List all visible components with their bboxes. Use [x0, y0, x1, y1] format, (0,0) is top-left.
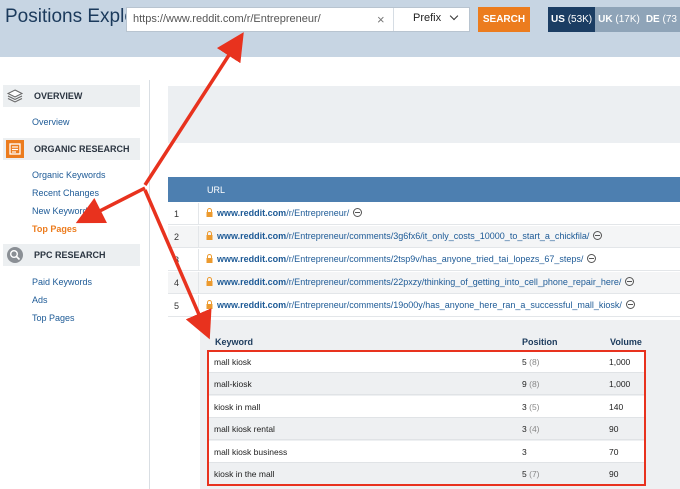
section-title: OVERVIEW: [34, 91, 83, 101]
collapse-icon[interactable]: [593, 231, 603, 240]
lock-icon: [206, 277, 213, 286]
row-number: 5: [174, 301, 180, 311]
search-input[interactable]: [133, 13, 369, 25]
row-index-cell: [168, 295, 199, 316]
url-row: 3 www.reddit.com/r/Entrepreneur/comments…: [168, 249, 680, 271]
section-title: PPC RESEARCH: [34, 250, 106, 260]
organic-research-icon: [6, 140, 24, 158]
database-code: DE: [645, 14, 660, 25]
collapse-icon[interactable]: [587, 254, 597, 263]
row-number: 3: [174, 255, 180, 265]
keyword-highlight-box: [207, 350, 646, 486]
database-count: (53K): [567, 14, 593, 25]
position-column-header[interactable]: Position: [522, 337, 558, 347]
sidebar-item-organic-keywords[interactable]: Organic Keywords: [32, 170, 106, 180]
database-count: (17K): [615, 14, 640, 25]
row-index-cell: [168, 249, 199, 270]
chevron-down-icon: [449, 11, 459, 21]
sidebar: OVERVIEW Overview ORGANIC RESEARCH Organ…: [0, 80, 150, 489]
lock-icon: [206, 300, 213, 309]
row-number: 2: [174, 232, 180, 242]
sidebar-section-organic-research[interactable]: ORGANIC RESEARCH: [3, 138, 140, 160]
summary-band: [168, 86, 680, 143]
sidebar-item-top-pages[interactable]: Top Pages: [32, 224, 77, 234]
sidebar-item-new-keywords[interactable]: New Keywords: [32, 206, 92, 216]
top-bar: Positions Explorer × Prefix SEARCH US (5…: [0, 0, 680, 57]
sidebar-section-overview[interactable]: OVERVIEW: [3, 85, 140, 107]
search-mode-label: Prefix: [413, 12, 442, 24]
url-row: 1 www.reddit.com/r/Entrepreneur/: [168, 203, 680, 225]
url-domain: www.reddit.com: [217, 254, 287, 264]
database-tab-uk[interactable]: UK (17K): [595, 7, 643, 32]
sidebar-section-ppc-research[interactable]: PPC RESEARCH: [3, 244, 140, 266]
sidebar-item-ads[interactable]: Ads: [32, 295, 48, 305]
lock-icon: [206, 254, 213, 263]
url-link[interactable]: www.reddit.com/r/Entrepreneur/: [217, 208, 363, 218]
database-code: UK: [598, 14, 613, 25]
magnifier-icon: [7, 247, 23, 263]
database-tab-de[interactable]: DE (73: [642, 7, 680, 32]
collapse-icon[interactable]: [625, 300, 635, 309]
row-number: 1: [174, 209, 180, 219]
url-domain: www.reddit.com: [217, 208, 287, 218]
database-tab-us[interactable]: US (53K): [548, 7, 596, 32]
collapse-icon[interactable]: [625, 277, 635, 286]
sidebar-item-recent-changes[interactable]: Recent Changes: [32, 188, 99, 198]
row-index-cell: [168, 226, 199, 247]
search-mode-select[interactable]: Prefix: [398, 11, 468, 28]
url-row: 2 www.reddit.com/r/Entrepreneur/comments…: [168, 226, 680, 248]
search-button[interactable]: SEARCH: [478, 7, 530, 32]
row-index-cell: [168, 272, 199, 293]
database-code: US: [551, 14, 565, 25]
url-row: 4 www.reddit.com/r/Entrepreneur/comments…: [168, 272, 680, 294]
search-divider: [393, 8, 394, 31]
url-row: 5 www.reddit.com/r/Entrepreneur/comments…: [168, 295, 680, 317]
url-path: /r/Entrepreneur/comments/22pxzy/thinking…: [286, 277, 622, 287]
row-number: 4: [174, 278, 180, 288]
volume-column-header[interactable]: Volume: [610, 337, 642, 347]
url-path: /r/Entrepreneur/: [286, 208, 350, 218]
database-tabs: US (53K) UK (17K) DE (73: [548, 7, 680, 32]
collapse-icon[interactable]: [353, 208, 363, 217]
layers-icon: [6, 89, 24, 103]
url-link[interactable]: www.reddit.com/r/Entrepreneur/comments/2…: [217, 277, 635, 287]
lock-icon: [206, 208, 213, 217]
url-path: /r/Entrepreneur/comments/3g6fx6/it_only_…: [286, 231, 590, 241]
url-path: /r/Entrepreneur/comments/19o00y/has_anyo…: [286, 300, 622, 310]
keyword-column-header[interactable]: Keyword: [215, 337, 253, 347]
search-box: × Prefix: [126, 7, 470, 32]
sidebar-item-ppc-top-pages[interactable]: Top Pages: [32, 313, 75, 323]
sidebar-item-paid-keywords[interactable]: Paid Keywords: [32, 277, 92, 287]
url-table-header: URL: [168, 177, 680, 202]
url-link[interactable]: www.reddit.com/r/Entrepreneur/comments/2…: [217, 254, 597, 264]
lock-icon: [206, 231, 213, 240]
url-path: /r/Entrepreneur/comments/2tsp9v/has_anyo…: [286, 254, 584, 264]
section-title: ORGANIC RESEARCH: [34, 144, 130, 154]
url-link[interactable]: www.reddit.com/r/Entrepreneur/comments/1…: [217, 300, 635, 310]
database-count: (73: [662, 14, 677, 25]
url-domain: www.reddit.com: [217, 231, 287, 241]
url-domain: www.reddit.com: [217, 300, 287, 310]
row-index-cell: [168, 203, 199, 224]
sidebar-item-overview[interactable]: Overview: [32, 117, 70, 127]
url-link[interactable]: www.reddit.com/r/Entrepreneur/comments/3…: [217, 231, 603, 241]
url-domain: www.reddit.com: [217, 277, 287, 287]
clear-icon[interactable]: ×: [377, 12, 385, 27]
url-column-header: URL: [207, 185, 226, 195]
